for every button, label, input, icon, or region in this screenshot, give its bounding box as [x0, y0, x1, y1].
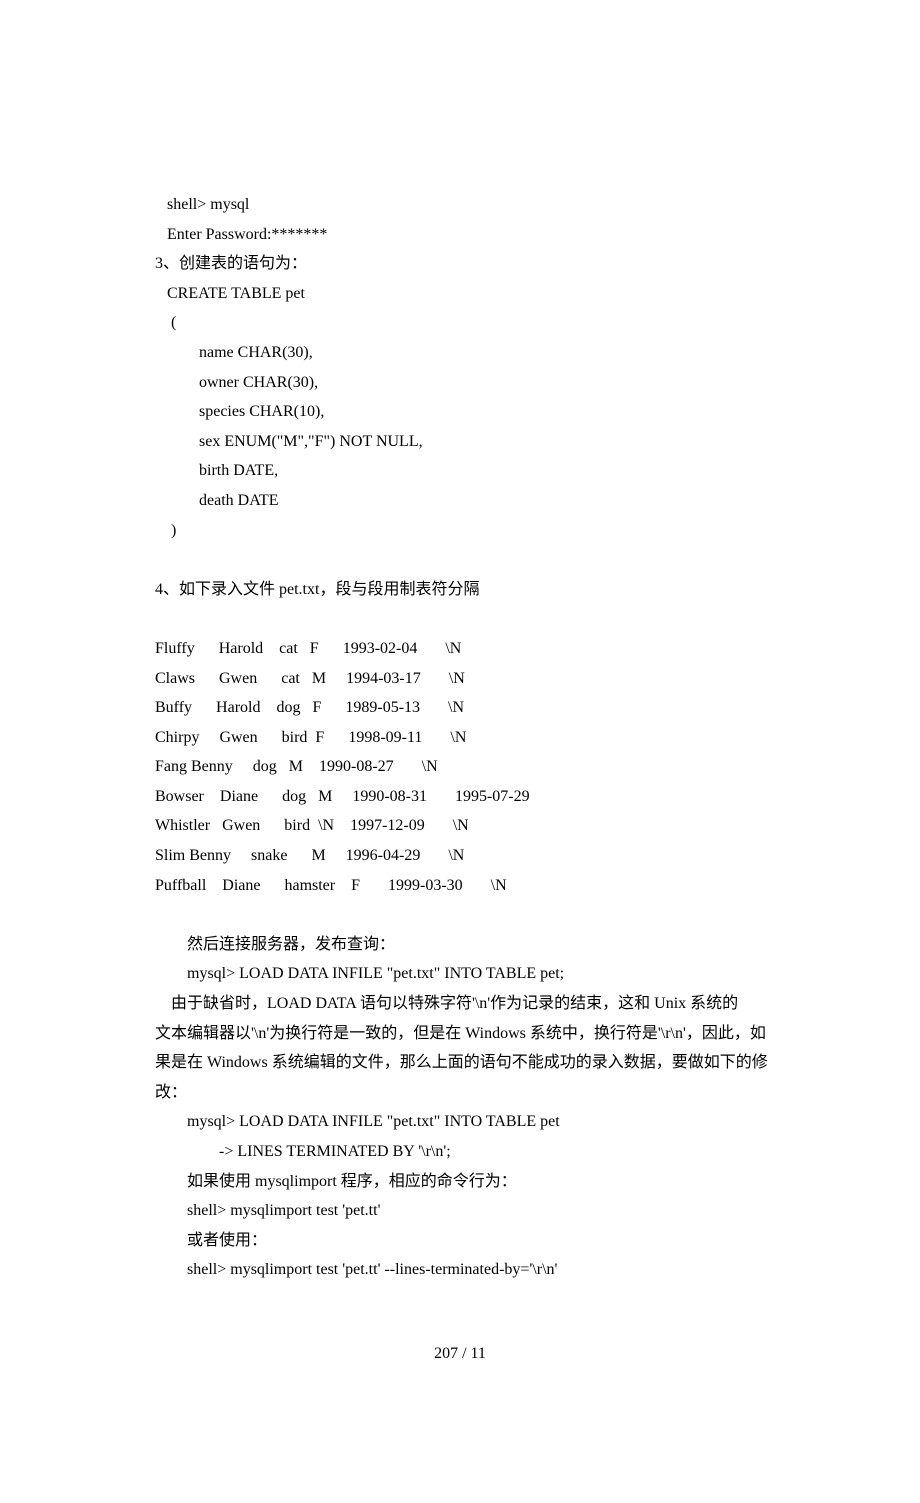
code-line: CREATE TABLE pet — [155, 279, 765, 309]
data-row: Whistler Gwen bird \N 1997-12-09 \N — [155, 811, 765, 841]
blank-line — [155, 900, 765, 930]
code-line: ( — [155, 308, 765, 338]
text-line: 4、如下录入文件 pet.txt，段与段用制表符分隔 — [155, 575, 765, 605]
data-row: Claws Gwen cat M 1994-03-17 \N — [155, 664, 765, 694]
data-row: Slim Benny snake M 1996-04-29 \N — [155, 841, 765, 871]
data-row: Chirpy Gwen bird F 1998-09-11 \N — [155, 723, 765, 753]
blank-line — [155, 545, 765, 575]
text-line: 如果使用 mysqlimport 程序，相应的命令行为： — [155, 1167, 765, 1197]
code-line: ) — [155, 516, 765, 546]
code-line: -> LINES TERMINATED BY '\r\n'; — [155, 1137, 765, 1167]
code-line: Enter Password:******* — [155, 220, 765, 250]
paragraph-line: 果是在 Windows 系统编辑的文件，那么上面的语句不能成功的录入数据，要做如… — [155, 1048, 765, 1078]
code-line: owner CHAR(30), — [155, 368, 765, 398]
text-line: 或者使用： — [155, 1226, 765, 1256]
code-line: sex ENUM("M","F") NOT NULL, — [155, 427, 765, 457]
data-row: Fluffy Harold cat F 1993-02-04 \N — [155, 634, 765, 664]
code-line: birth DATE, — [155, 456, 765, 486]
paragraph-line: 文本编辑器以'\n'为换行符是一致的，但是在 Windows 系统中，换行符是'… — [155, 1019, 765, 1049]
blank-line — [155, 604, 765, 634]
data-row: Puffball Diane hamster F 1999-03-30 \N — [155, 871, 765, 901]
data-row: Buffy Harold dog F 1989-05-13 \N — [155, 693, 765, 723]
data-row: Bowser Diane dog M 1990-08-31 1995-07-29 — [155, 782, 765, 812]
text-line: 然后连接服务器，发布查询： — [155, 930, 765, 960]
code-line: mysql> LOAD DATA INFILE "pet.txt" INTO T… — [155, 1107, 765, 1137]
code-line: shell> mysqlimport test 'pet.tt' — [155, 1196, 765, 1226]
paragraph-line: 改： — [155, 1078, 765, 1108]
code-line: mysql> LOAD DATA INFILE "pet.txt" INTO T… — [155, 959, 765, 989]
code-line: name CHAR(30), — [155, 338, 765, 368]
code-line: species CHAR(10), — [155, 397, 765, 427]
code-line: death DATE — [155, 486, 765, 516]
code-line: shell> mysql — [155, 190, 765, 220]
code-line: shell> mysqlimport test 'pet.tt' --lines… — [155, 1255, 765, 1285]
document-page: shell> mysql Enter Password:******* 3、创建… — [0, 0, 920, 1503]
text-line: 3、创建表的语句为： — [155, 249, 765, 279]
paragraph-line: 由于缺省时，LOAD DATA 语句以特殊字符'\n'作为记录的结束，这和 Un… — [155, 989, 765, 1019]
page-footer: 207 / 11 — [155, 1345, 765, 1363]
data-row: Fang Benny dog M 1990-08-27 \N — [155, 752, 765, 782]
